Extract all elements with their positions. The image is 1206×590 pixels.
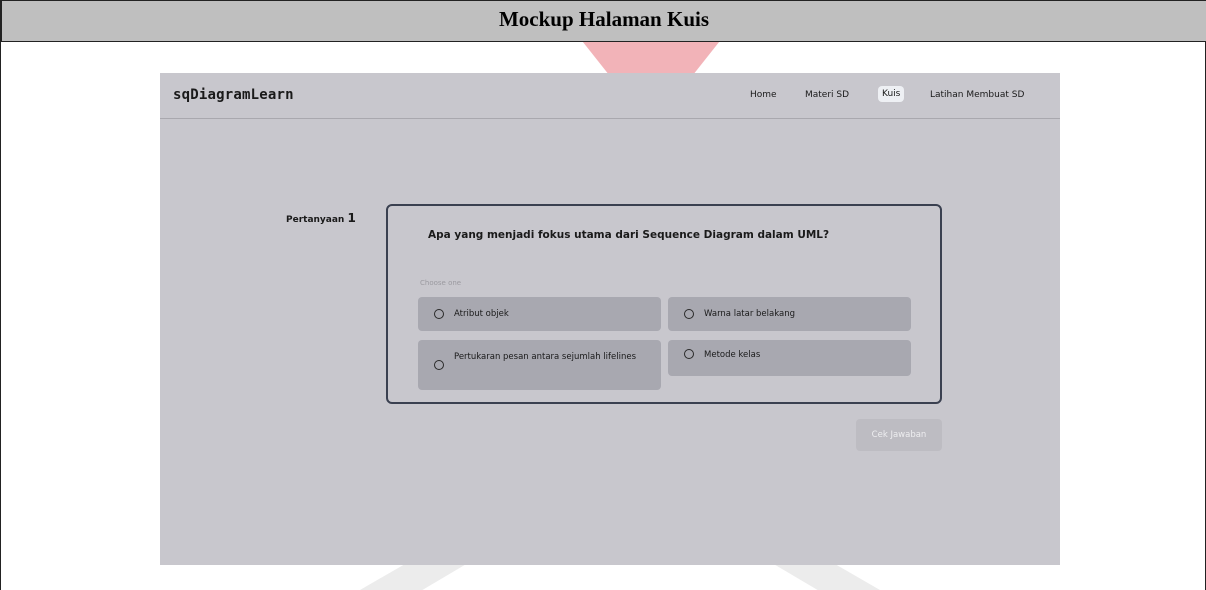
radio-icon[interactable] <box>434 309 444 319</box>
radio-icon[interactable] <box>434 360 444 370</box>
nav-kuis[interactable]: Kuis <box>878 86 905 102</box>
navbar: sqDiagramLearn Home Materi SD Kuis Latih… <box>160 73 1060 119</box>
caption-title: Mockup Halaman Kuis <box>498 6 710 31</box>
question-text: Apa yang menjadi fokus utama dari Sequen… <box>428 229 830 241</box>
quiz-page-mockup: sqDiagramLearn Home Materi SD Kuis Latih… <box>160 73 1060 565</box>
question-label: Pertanyaan 1 <box>286 211 356 225</box>
question-label-text: Pertanyaan <box>286 215 345 225</box>
caption-header: Mockup Halaman Kuis <box>1 0 1206 42</box>
question-number: 1 <box>347 211 356 225</box>
option-atribut-objek[interactable]: Atribut objek <box>418 297 661 331</box>
radio-icon[interactable] <box>684 309 694 319</box>
option-warna-latar-belakang[interactable]: Warna latar belakang <box>668 297 911 331</box>
question-card: Apa yang menjadi fokus utama dari Sequen… <box>386 204 942 404</box>
nav-home[interactable]: Home <box>750 90 777 100</box>
option-label: Warna latar belakang <box>704 309 795 319</box>
choose-hint: Choose one <box>420 279 462 287</box>
option-label: Metode kelas <box>704 350 761 360</box>
cek-jawaban-button[interactable]: Cek Jawaban <box>856 419 942 451</box>
brand-logo[interactable]: sqDiagramLearn <box>173 87 294 103</box>
option-label: Atribut objek <box>454 309 509 319</box>
option-pertukaran-pesan[interactable]: Pertukaran pesan antara sejumlah lifelin… <box>418 340 661 390</box>
nav-latihan-membuat-sd[interactable]: Latihan Membuat SD <box>930 90 1024 100</box>
nav-materi-sd[interactable]: Materi SD <box>805 90 849 100</box>
option-label: Pertukaran pesan antara sejumlah lifelin… <box>454 352 636 362</box>
radio-icon[interactable] <box>684 349 694 359</box>
option-metode-kelas[interactable]: Metode kelas <box>668 340 911 376</box>
